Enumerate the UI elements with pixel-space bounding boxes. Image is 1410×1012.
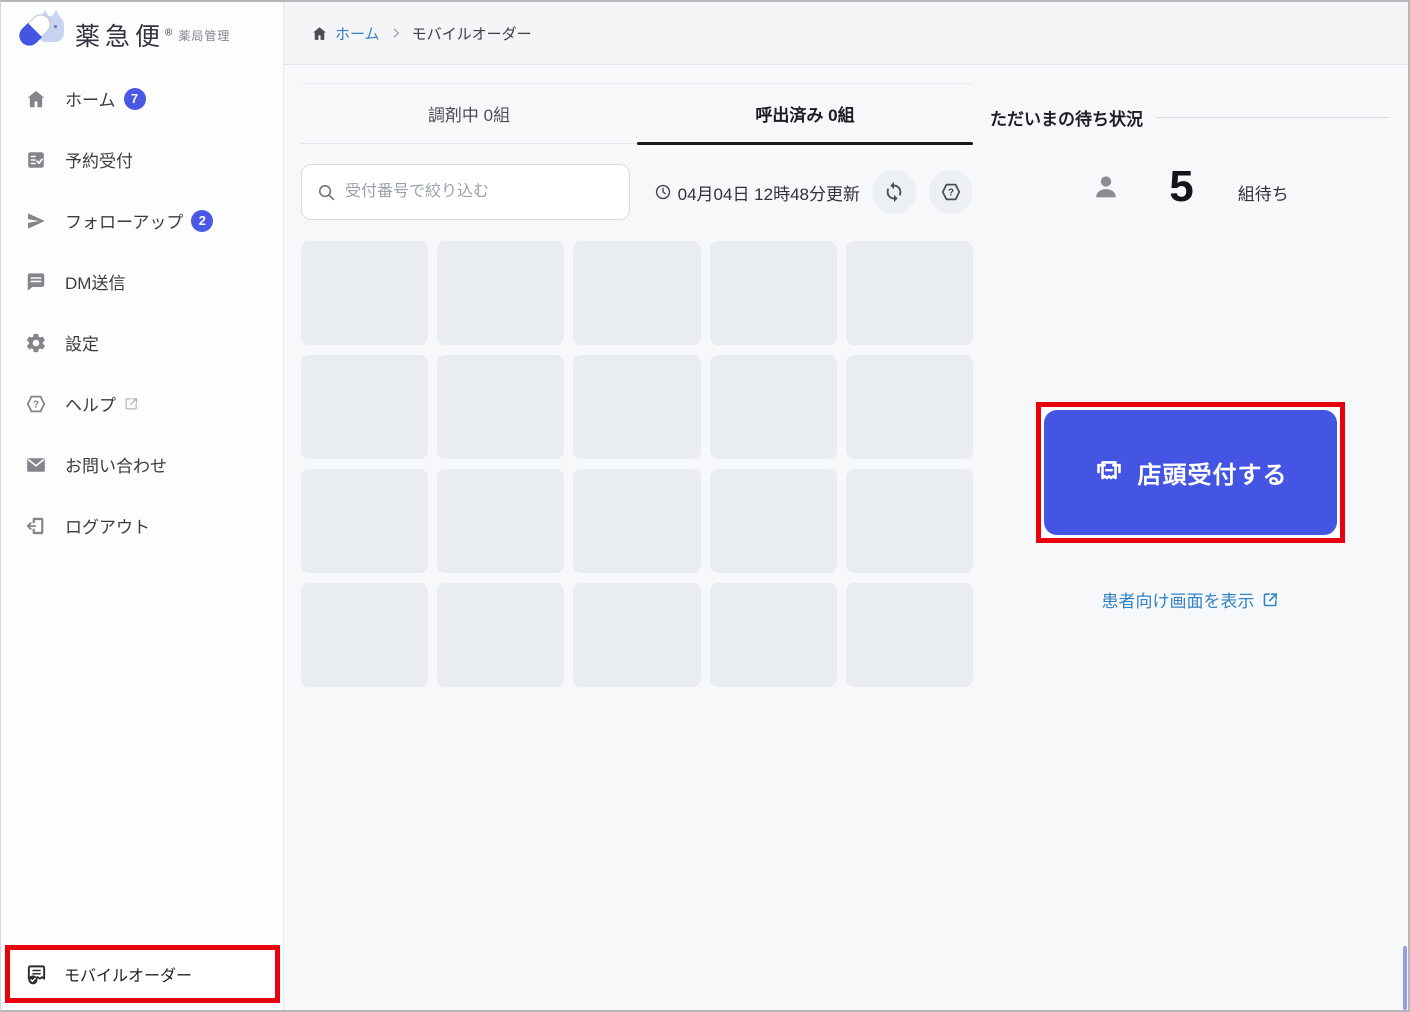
order-card-placeholder (301, 583, 429, 687)
sidebar-item-label: モバイルオーダー (64, 968, 193, 985)
search-box (301, 164, 630, 220)
walk-in-button-label: 店頭受付する (1137, 462, 1288, 489)
brand-logo: 薬急便® 薬局管理 (1, 2, 283, 68)
sidebar-item-label: ヘルプ (65, 396, 116, 415)
sidebar-item-help[interactable]: ? ヘルプ (1, 373, 283, 434)
order-card-placeholder (709, 583, 837, 687)
tab-called[interactable]: 呼出済み 0組 (637, 84, 973, 145)
tab-dispensing[interactable]: 調剤中 0組 (301, 84, 637, 143)
update-status-group: 04月04日 12時48分更新 ? (654, 170, 973, 214)
order-card-placeholder (437, 469, 565, 573)
app-window: 薬急便® 薬局管理 ホーム 7 予約受付 フォローアップ 2 DM送信 設定 ?… (0, 0, 1410, 1012)
registered-mark: ® (165, 27, 173, 39)
sidebar-item-home[interactable]: ホーム 7 (1, 68, 283, 129)
help-hexagon-icon: ? (941, 183, 961, 201)
order-card-placeholder (845, 241, 973, 345)
sidebar-nav: ホーム 7 予約受付 フォローアップ 2 DM送信 設定 ? ヘルプ お問い合わ… (1, 68, 283, 556)
reservation-list-icon (25, 149, 47, 171)
svg-text:?: ? (948, 188, 954, 199)
sidebar-item-settings[interactable]: 設定 (1, 312, 283, 373)
patient-view-link[interactable]: 患者向け画面を表示 (1102, 587, 1255, 612)
order-card-placeholder (573, 355, 701, 459)
breadcrumb-current: モバイルオーダー (411, 25, 532, 43)
sidebar-item-label: 予約受付 (65, 152, 133, 171)
order-card-placeholder (301, 469, 429, 573)
breadcrumb: ホーム モバイルオーダー (284, 2, 1408, 65)
mail-icon (25, 454, 47, 476)
svg-text:?: ? (33, 399, 39, 410)
sidebar-item-reservations[interactable]: 予約受付 (1, 129, 283, 190)
clock-icon (654, 183, 672, 201)
sidebar-item-dm[interactable]: DM送信 (1, 251, 283, 312)
order-card-grid (301, 241, 973, 687)
content: 調剤中 0組 呼出済み 0組 04月04日 12時48分更新 (284, 65, 1408, 1010)
scrollbar-thumb[interactable] (1403, 946, 1407, 1010)
receipt-printer-icon (1093, 457, 1125, 489)
sidebar: 薬急便® 薬局管理 ホーム 7 予約受付 フォローアップ 2 DM送信 設定 ?… (1, 2, 284, 1010)
sidebar-item-label: ホーム (65, 91, 116, 110)
list-controls: 04月04日 12時48分更新 ? (301, 164, 973, 220)
sidebar-item-contact[interactable]: お問い合わせ (1, 434, 283, 495)
external-link-icon (1262, 591, 1279, 608)
order-card-placeholder (573, 469, 701, 573)
sidebar-item-followup[interactable]: フォローアップ 2 (1, 190, 283, 251)
annotation-box-red: 店頭受付する (1035, 402, 1345, 543)
gear-icon (25, 332, 47, 354)
logout-icon (25, 515, 47, 537)
refresh-icon (886, 181, 902, 203)
external-link-icon (124, 396, 139, 411)
waiting-unit: 組待ち (1237, 184, 1289, 204)
home-badge: 7 (123, 87, 146, 110)
brand-name: 薬急便® (75, 23, 173, 51)
sidebar-item-label: 設定 (65, 335, 99, 354)
brand-subtitle: 薬局管理 (178, 28, 231, 43)
order-card-placeholder (301, 355, 429, 459)
mobile-order-icon (25, 963, 48, 986)
pill-cat-logo-icon (15, 10, 67, 58)
sidebar-item-logout[interactable]: ログアウト (1, 495, 283, 556)
search-icon (317, 183, 336, 202)
sidebar-item-label: ログアウト (65, 518, 150, 537)
waiting-header: ただいまの待ち状況 (990, 105, 1390, 130)
send-icon (25, 210, 47, 232)
breadcrumb-home-icon (311, 25, 328, 42)
order-card-placeholder (845, 355, 973, 459)
sidebar-item-mobile-order-highlighted[interactable]: モバイルオーダー (5, 945, 280, 1003)
home-icon (25, 88, 47, 110)
waiting-count: 5 (1169, 162, 1194, 211)
followup-badge: 2 (191, 209, 214, 232)
tab-bar: 調剤中 0組 呼出済み 0組 (301, 83, 973, 145)
waiting-count-row: 5 組待ち (990, 162, 1390, 212)
waiting-panel: ただいまの待ち状況 5 組待ち 店頭受付する 患者向け画面を表示 (990, 65, 1390, 1010)
refresh-button[interactable] (872, 170, 916, 214)
header-rule (1156, 117, 1390, 118)
order-card-placeholder (437, 355, 565, 459)
help-hexagon-icon: ? (25, 393, 47, 415)
order-card-placeholder (709, 241, 837, 345)
order-card-placeholder (301, 241, 429, 345)
person-icon (1091, 172, 1121, 202)
order-card-placeholder (573, 241, 701, 345)
sidebar-item-label: フォローアップ (65, 213, 184, 232)
order-card-placeholder (709, 355, 837, 459)
message-icon (25, 271, 47, 293)
order-card-placeholder (845, 469, 973, 573)
chevron-right-icon (389, 26, 403, 40)
sidebar-item-label: お問い合わせ (65, 457, 167, 476)
help-button[interactable]: ? (929, 170, 973, 214)
order-card-placeholder (437, 583, 565, 687)
sidebar-item-label: DM送信 (65, 274, 126, 293)
last-updated-text: 04月04日 12時48分更新 (677, 184, 860, 204)
patient-view-link-row[interactable]: 患者向け画面を表示 (990, 587, 1390, 612)
order-card-placeholder (709, 469, 837, 573)
walk-in-reception-button[interactable]: 店頭受付する (1043, 410, 1337, 535)
order-card-placeholder (437, 241, 565, 345)
order-card-placeholder (573, 583, 701, 687)
waiting-title: ただいまの待ち状況 (990, 110, 1143, 129)
main-area: ホーム モバイルオーダー 調剤中 0組 呼出済み 0組 受付番号で絞り込む 04… (284, 2, 1408, 1010)
orders-column: 調剤中 0組 呼出済み 0組 04月04日 12時48分更新 (301, 65, 973, 1010)
search-input[interactable] (345, 183, 615, 201)
order-card-placeholder (845, 583, 973, 687)
breadcrumb-home-link[interactable]: ホーム (335, 23, 380, 44)
